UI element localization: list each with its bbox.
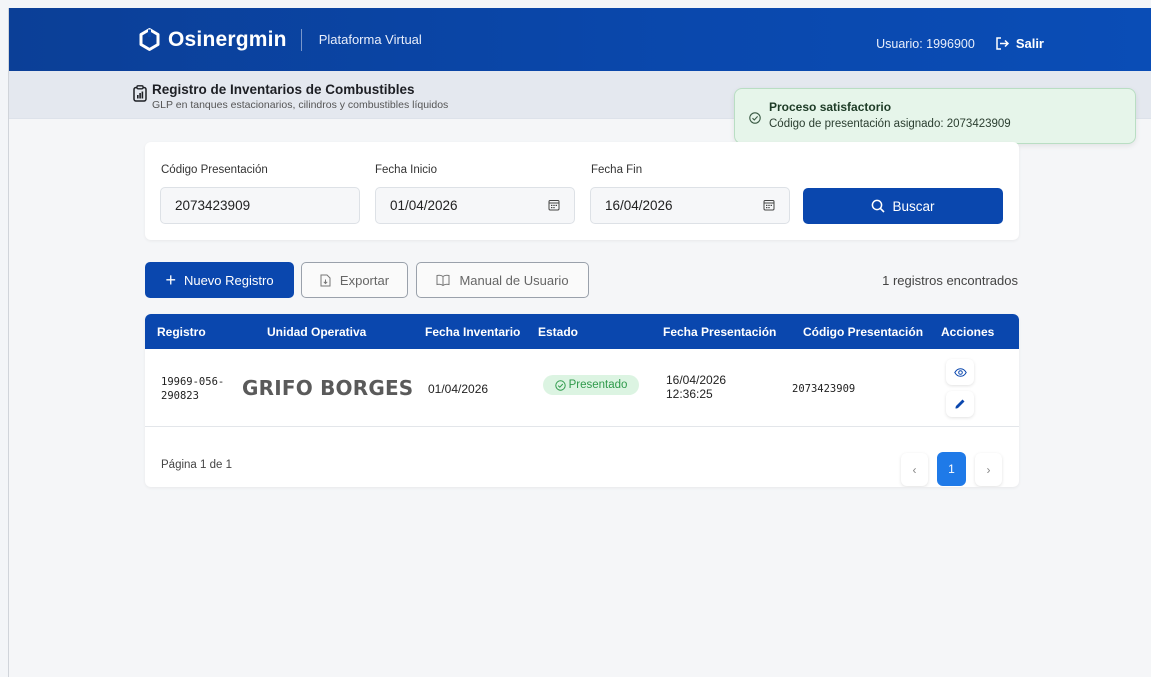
- logout-label: Salir: [1015, 36, 1044, 51]
- clipboard-chart-icon: [133, 85, 147, 102]
- pagination-info: Página 1 de 1: [161, 459, 232, 471]
- next-page-button[interactable]: ›: [975, 453, 1002, 486]
- brand-name: Osinergmin: [168, 27, 287, 51]
- edit-button[interactable]: [946, 391, 974, 417]
- logout-button[interactable]: Salir: [995, 36, 1044, 51]
- user-manual-label: Manual de Usuario: [459, 272, 569, 288]
- column-header-codigo[interactable]: Código Presentación: [803, 325, 923, 339]
- codigo-label: Código Presentación: [161, 164, 268, 176]
- fecha-fin-value: 16/04/2026: [605, 198, 673, 213]
- osinergmin-logo-icon: [139, 28, 160, 51]
- registro-line-1: 19969-056-: [161, 376, 225, 388]
- registro-line-2: 290823: [161, 390, 199, 402]
- search-button[interactable]: Buscar: [803, 188, 1003, 224]
- logout-icon: [996, 37, 1009, 50]
- file-export-icon: [320, 274, 331, 286]
- new-record-label: Nuevo Registro: [183, 272, 274, 288]
- calendar-icon[interactable]: [548, 199, 560, 211]
- records-table: Registro Unidad Operativa Fecha Inventar…: [145, 314, 1019, 487]
- codigo-input[interactable]: 2073423909: [160, 187, 360, 224]
- fecha-inicio-value: 01/04/2026: [390, 198, 458, 213]
- filter-panel: Código Presentación 2073423909 Fecha Ini…: [145, 142, 1019, 240]
- column-header-estado[interactable]: Estado: [538, 325, 578, 339]
- results-count: 1 registros encontrados: [882, 273, 1018, 288]
- calendar-icon[interactable]: [763, 199, 775, 211]
- table-row: 19969-056- 290823 GRIFO BORGES 01/04/202…: [145, 349, 1019, 427]
- pencil-icon: [955, 399, 965, 409]
- page-1-button[interactable]: 1: [937, 452, 966, 486]
- plus-icon: +: [165, 270, 176, 290]
- codigo-presentacion-cell: 2073423909: [792, 383, 856, 395]
- registro-cell: 19969-056- 290823: [161, 375, 224, 403]
- fecha-fin-input[interactable]: 16/04/2026: [590, 187, 790, 224]
- book-open-icon: [436, 274, 450, 286]
- previous-page-button[interactable]: ‹: [901, 453, 928, 486]
- export-label: Exportar: [339, 272, 390, 288]
- unidad-operativa-cell: GRIFO BORGES: [242, 376, 414, 400]
- table-header: Registro Unidad Operativa Fecha Inventar…: [145, 314, 1019, 349]
- fecha-presentacion-cell: 16/04/2026 12:36:25: [666, 373, 726, 401]
- user-label: Usuario: 1996900: [876, 36, 975, 51]
- top-header: Osinergmin Plataforma Virtual Usuario: 1…: [9, 8, 1151, 71]
- fecha-inventario-cell: 01/04/2026: [428, 382, 489, 396]
- brand-logo[interactable]: Osinergmin Plataforma Virtual: [137, 27, 422, 52]
- page-title: Registro de Inventarios de Combustibles: [152, 82, 415, 97]
- column-header-acciones: Acciones: [941, 325, 995, 339]
- header-divider: [300, 28, 302, 51]
- platform-label: Plataforma Virtual: [318, 32, 422, 47]
- search-button-label: Buscar: [892, 198, 935, 214]
- toast-message: Código de presentación asignado: 2073423…: [769, 118, 1011, 130]
- column-header-registro[interactable]: Registro: [157, 325, 206, 339]
- status-label: Presentado: [568, 379, 628, 391]
- success-toast[interactable]: Proceso satisfactorio Código de presenta…: [734, 88, 1136, 144]
- status-badge: Presentado: [543, 375, 639, 395]
- toast-title: Proceso satisfactorio: [769, 100, 892, 114]
- page-description: GLP en tanques estacionarios, cilindros …: [152, 99, 449, 111]
- column-header-fecha-inventario[interactable]: Fecha Inventario: [425, 325, 520, 339]
- check-circle-icon: [749, 112, 761, 124]
- fecha-inicio-input[interactable]: 01/04/2026: [375, 187, 575, 224]
- column-header-unidad[interactable]: Unidad Operativa: [267, 325, 366, 339]
- search-icon: [872, 199, 886, 213]
- eye-icon: [953, 367, 967, 377]
- fecha-presentacion-date: 16/04/2026: [666, 373, 727, 387]
- fecha-inicio-label: Fecha Inicio: [375, 164, 438, 176]
- new-record-button[interactable]: + Nuevo Registro: [145, 262, 294, 298]
- view-button[interactable]: [946, 359, 974, 385]
- fecha-presentacion-time: 12:36:25: [666, 387, 713, 401]
- column-header-fecha-presentacion[interactable]: Fecha Presentación: [663, 325, 776, 339]
- export-button[interactable]: Exportar: [301, 262, 408, 298]
- check-circle-icon: [554, 379, 566, 391]
- fecha-fin-label: Fecha Fin: [591, 164, 643, 176]
- user-manual-button[interactable]: Manual de Usuario: [416, 262, 589, 298]
- page: Osinergmin Plataforma Virtual Usuario: 1…: [8, 8, 1151, 677]
- user-area: Usuario: 1996900 Salir: [876, 36, 1044, 51]
